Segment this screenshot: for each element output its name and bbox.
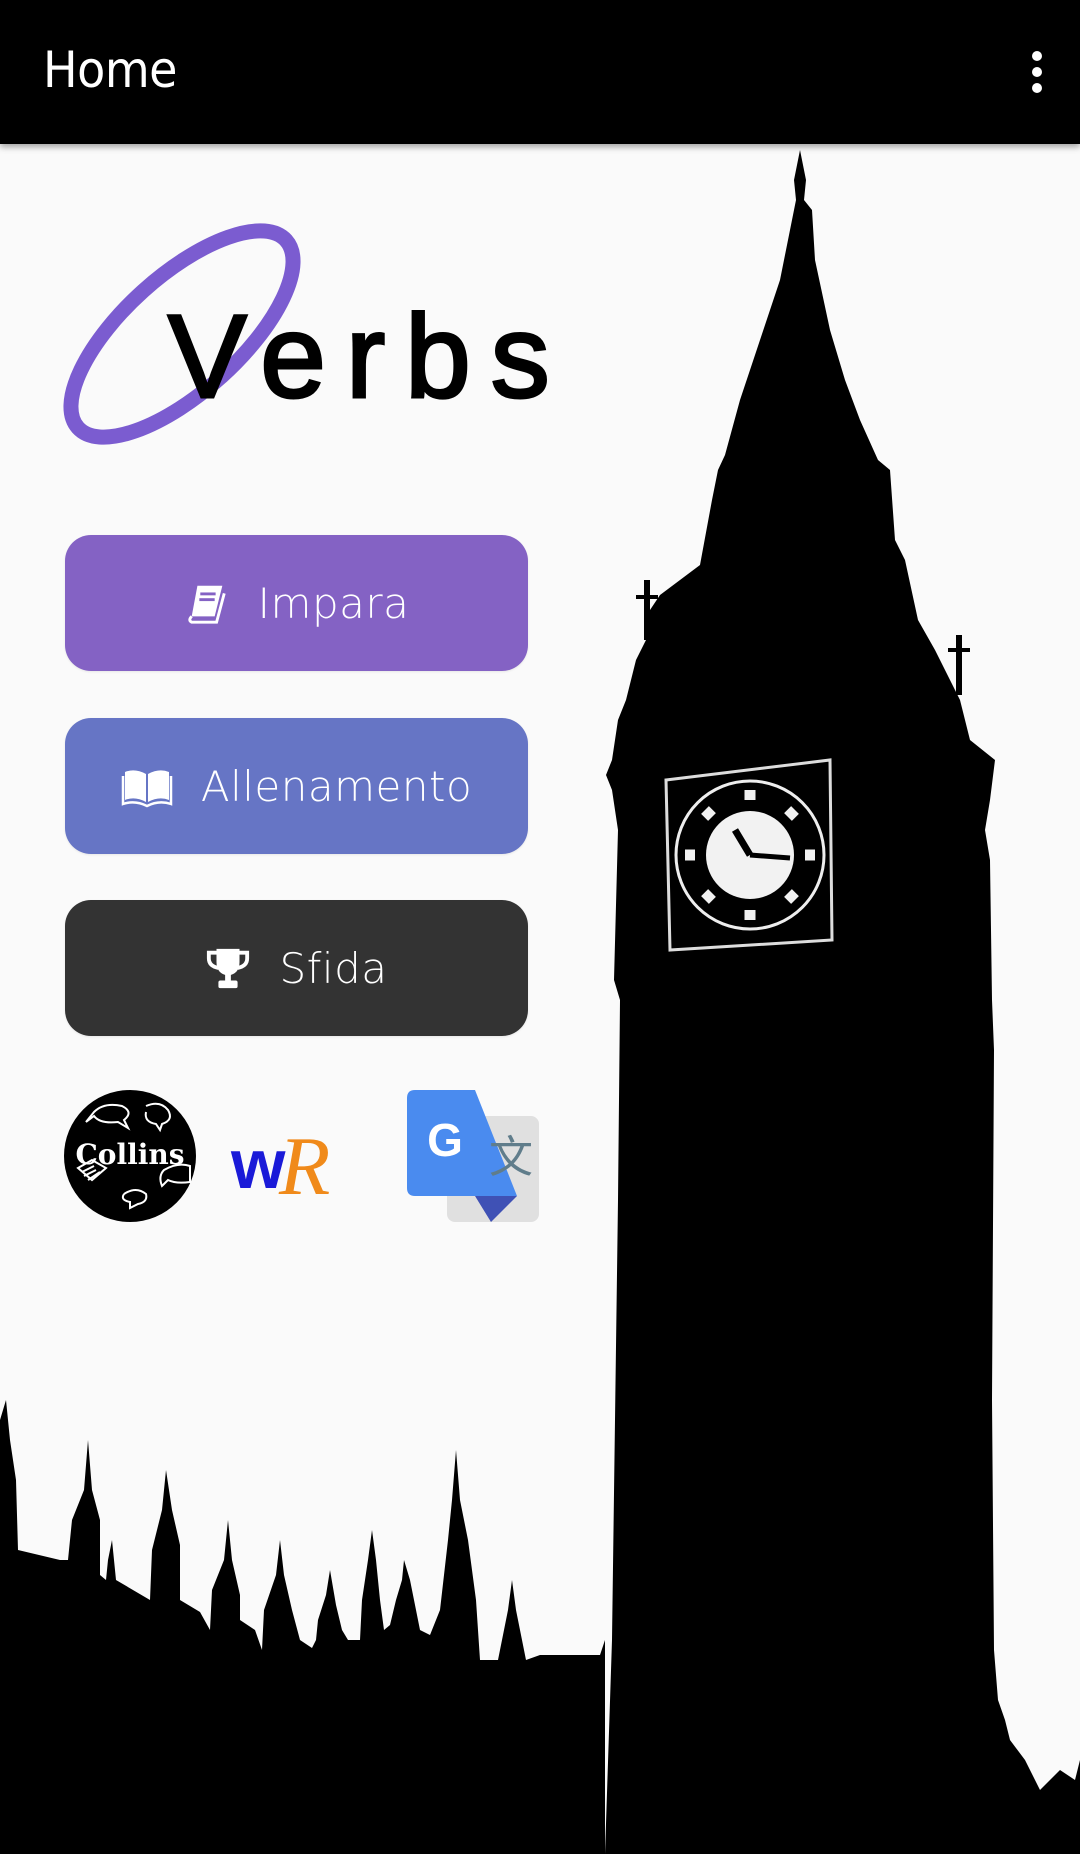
more-vert-icon-dot [1032,51,1042,61]
overflow-menu-button[interactable] [994,32,1080,112]
wr-r-mark: R [278,1120,330,1213]
book-icon [187,585,226,624]
allenamento-button[interactable]: Allenamento [65,718,528,854]
collins-link[interactable]: Collins [64,1090,196,1222]
collins-wordmark: Collins [76,1138,185,1171]
google-translate-link[interactable]: G 文 [407,1090,539,1222]
gt-g-mark: G [427,1114,463,1166]
more-vert-icon-dot [1032,83,1042,93]
wordreference-logo: w R [230,1120,330,1213]
page-title: Home [43,41,178,99]
logo-text: Verbs [167,291,570,423]
impara-label: Impara [257,578,410,628]
sfida-label: Sfida [279,943,388,993]
app-bar: Home [0,0,1080,144]
google-translate-logo: G 文 [407,1090,539,1222]
impara-button[interactable]: Impara [65,535,528,671]
more-vert-icon-dot [1032,67,1042,77]
verbs-logo: Verbs [40,200,551,460]
wr-w-mark: w [230,1125,286,1203]
gt-zh-mark: 文 [489,1132,533,1183]
wordreference-link[interactable]: w R [229,1090,361,1222]
tower-silhouette [605,150,1080,1854]
collins-logo: Collins [64,1090,196,1222]
sfida-button[interactable]: Sfida [65,900,528,1036]
open-book-icon [121,770,173,808]
parliament-silhouette [0,1400,605,1854]
trophy-icon [207,948,250,989]
clock-face [664,758,834,952]
allenamento-label: Allenamento [200,761,473,811]
